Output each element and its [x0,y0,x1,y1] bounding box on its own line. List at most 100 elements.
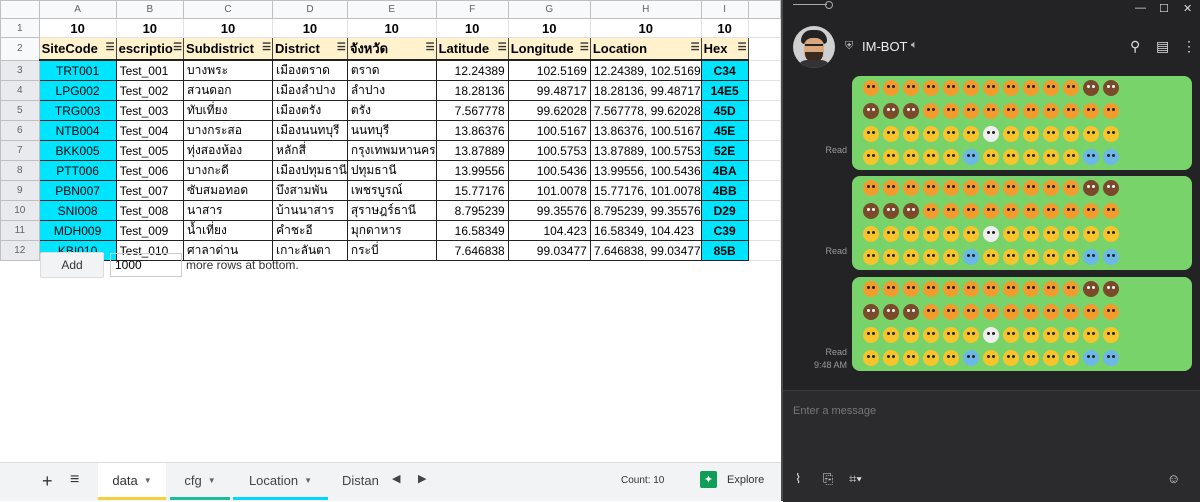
cell[interactable]: 8.795239, 99.35576 [589,200,702,221]
cell[interactable] [747,100,781,121]
cell[interactable]: 12.24389 [435,59,509,81]
cell[interactable]: Test_005 [115,140,185,161]
tab-distance[interactable]: Distan [332,463,392,497]
cell[interactable]: เพชรบูรณ์ [346,180,437,201]
sitecode-cell[interactable]: PBN007 [38,180,117,201]
cell[interactable]: Test_006 [115,160,185,181]
cell[interactable]: 16.58349 [435,220,509,241]
hex-cell[interactable]: 52E [700,140,749,161]
cell[interactable]: เมืองนนทบุรี [272,120,348,141]
col-header[interactable]: E [346,0,437,19]
cell[interactable]: 13.87889, 100.5753 [589,140,702,161]
sitecode-cell[interactable]: NTB004 [38,120,117,141]
cell[interactable]: 10 [700,18,749,38]
cell[interactable]: น้ำเที่ยง [183,220,274,241]
sitecode-cell[interactable]: BKK005 [38,140,117,161]
cell[interactable]: เมืองตรัง [272,100,348,121]
col-header-empty[interactable] [747,0,781,19]
row-header[interactable]: 7 [0,140,40,161]
notes-icon[interactable]: ▤ [1156,38,1169,55]
cell[interactable]: ลำปาง [346,80,437,101]
compose-area[interactable]: Enter a message ⌇ ⎘ ⌗▾ ☺ [783,390,1200,502]
header-cell[interactable]: SiteCode ☰ [38,37,117,61]
sitecode-cell[interactable]: TRT001 [38,59,117,81]
row-header[interactable]: 2 [0,37,40,61]
cell[interactable]: ซับสมอทอด [183,180,274,201]
cell[interactable]: 15.77176, 101.0078 [589,180,702,201]
tab-location[interactable]: Location ▼ [233,463,328,500]
filter-icon[interactable]: ☰ [691,42,700,53]
row-header[interactable]: 8 [0,160,40,181]
cell[interactable] [747,80,781,101]
cell[interactable]: 99.03477 [507,240,591,261]
cell[interactable]: บึงสามพัน [272,180,348,201]
cell[interactable]: 12.24389, 102.5169 [589,59,702,81]
cell[interactable]: 99.62028 [507,100,591,121]
cell[interactable]: Test_007 [115,180,185,201]
row-header[interactable]: 6 [0,120,40,141]
header-cell[interactable]: Latitude ☰ [435,37,509,61]
cell[interactable]: Test_003 [115,100,185,121]
cell[interactable]: บางกระสอ [183,120,274,141]
sticker-message[interactable] [852,277,1192,371]
cell[interactable]: 99.35576 [507,200,591,221]
tab-data[interactable]: data ▼ [98,463,166,500]
col-header[interactable]: A [38,0,117,19]
cell[interactable] [747,160,781,181]
add-rows-button[interactable]: Add [40,252,104,278]
col-header[interactable]: G [507,0,591,19]
cell[interactable]: สวนดอก [183,80,274,101]
cell[interactable]: ปทุมธานี [346,160,437,181]
cell[interactable]: 13.87889 [435,140,509,161]
header-cell[interactable]: Subdistrict ☰ [183,37,274,61]
cell[interactable]: 10 [346,18,437,38]
cell[interactable]: เมืองตราด [272,59,348,81]
cell[interactable] [747,180,781,201]
row-header[interactable]: 3 [0,59,40,81]
cell[interactable]: 10 [183,18,274,38]
filter-icon[interactable]: ☰ [738,42,747,53]
row-header[interactable]: 11 [0,220,40,241]
hex-cell[interactable]: C39 [700,220,749,241]
bookmark-icon[interactable]: ⎘ [823,471,833,487]
cell[interactable] [747,18,781,38]
cell[interactable]: ทุ่งสองห้อง [183,140,274,161]
col-header[interactable]: I [700,0,749,19]
header-cell[interactable]: Hex ☰ [700,37,749,61]
cell[interactable]: 10 [272,18,348,38]
hex-cell[interactable]: 14E5 [700,80,749,101]
hex-cell[interactable]: 45D [700,100,749,121]
sitecode-cell[interactable]: LPG002 [38,80,117,101]
tab-cfg[interactable]: cfg ▼ [170,463,230,500]
cell[interactable]: 16.58349, 104.423 [589,220,702,241]
filter-icon[interactable]: ☰ [106,42,115,53]
col-header[interactable]: D [272,0,348,19]
cell[interactable]: กรุงเทพมหานคร [346,140,437,161]
col-header[interactable]: C [183,0,274,19]
cell[interactable]: หลักสี่ [272,140,348,161]
crop-icon[interactable]: ⌗▾ [849,471,862,487]
scroll-tabs-left-icon[interactable]: ◀ [392,472,400,485]
row-header[interactable]: 1 [0,18,40,38]
cell[interactable]: 18.28136 [435,80,509,101]
search-icon[interactable]: ⚲ [1130,38,1140,55]
row-header[interactable]: 10 [0,200,40,221]
more-icon[interactable]: ⋮ [1182,38,1196,55]
sticker-message[interactable] [852,76,1192,170]
explore-button[interactable]: ✦ Explore [700,471,764,488]
cell[interactable]: ตราด [346,59,437,81]
cell[interactable]: 15.77176 [435,180,509,201]
col-header[interactable]: B [115,0,185,19]
maximize-icon[interactable]: ☐ [1159,2,1169,15]
cell[interactable] [747,240,781,261]
col-header[interactable]: F [435,0,509,19]
cell[interactable]: ตรัง [346,100,437,121]
cell[interactable]: 104.423 [507,220,591,241]
row-header[interactable]: 5 [0,100,40,121]
hex-cell[interactable]: 4BA [700,160,749,181]
cell[interactable]: นนทบุรี [346,120,437,141]
cell[interactable]: 7.567778, 99.62028 [589,100,702,121]
hex-cell[interactable]: 4BB [700,180,749,201]
header-cell[interactable]: Location ☰ [589,37,702,61]
cell[interactable]: 13.99556 [435,160,509,181]
